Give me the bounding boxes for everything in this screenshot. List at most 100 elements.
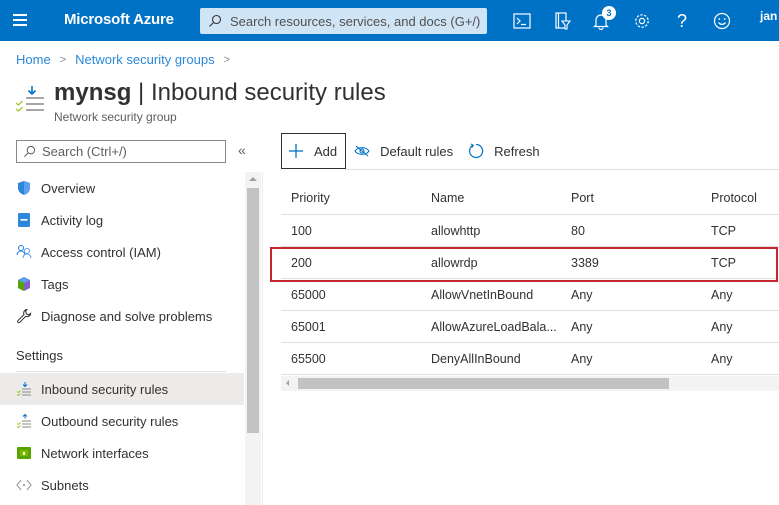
cell-port: 80 (571, 224, 585, 238)
cell-priority: 65001 (291, 320, 326, 334)
resource-name: mynsg (54, 79, 132, 106)
column-header-port[interactable]: Port (571, 184, 594, 213)
shield-icon (16, 180, 32, 196)
log-icon (16, 212, 32, 228)
default-rules-button[interactable]: Default rules (354, 133, 453, 169)
directory-filter-icon[interactable] (551, 10, 573, 32)
sidebar-item-activity-log[interactable]: Activity log (0, 204, 244, 236)
refresh-button[interactable]: Refresh (468, 133, 540, 169)
column-header-protocol[interactable]: Protocol (711, 184, 757, 213)
command-bar: Add Default rules Refresh (281, 133, 540, 169)
sidebar-item-label: Tags (41, 276, 69, 292)
inbound-rules-icon (15, 86, 44, 112)
add-button-label: Add (314, 143, 338, 159)
table-row[interactable]: 100 allowhttp 80 TCP (281, 215, 779, 247)
sidebar-item-outbound-security-rules[interactable]: Outbound security rules (0, 405, 244, 437)
sidebar-item-label: Overview (41, 180, 96, 196)
cell-priority: 65000 (291, 288, 326, 302)
cell-port: Any (571, 288, 593, 302)
sidebar-item-access-control[interactable]: Access control (IAM) (0, 236, 244, 268)
sidebar-item-label: Activity log (41, 212, 104, 228)
search-icon (209, 14, 222, 27)
search-icon (24, 145, 36, 157)
refresh-label: Refresh (494, 143, 540, 159)
content-divider (262, 172, 263, 505)
cloud-shell-icon[interactable] (511, 10, 533, 32)
brand-title[interactable]: Microsoft Azure (64, 11, 174, 28)
refresh-icon (468, 143, 484, 159)
global-search-input[interactable] (230, 13, 480, 29)
sidebar-item-subnets[interactable]: Subnets (0, 469, 244, 501)
plus-icon (288, 143, 304, 159)
sidebar-section-settings: Settings (16, 348, 63, 363)
tag-icon (16, 276, 32, 292)
cell-protocol: Any (711, 352, 733, 366)
title-separator: | (138, 79, 145, 106)
inbound-rules-icon (16, 381, 32, 397)
column-header-name[interactable]: Name (431, 184, 464, 213)
page-subtitle: Network security group (54, 110, 177, 124)
eye-hidden-icon (354, 143, 370, 159)
cell-port: Any (571, 352, 593, 366)
help-question-icon[interactable]: ? (671, 10, 693, 32)
cell-name: AllowVnetInBound (431, 288, 534, 302)
blade-title: Inbound security rules (150, 79, 386, 106)
table-scrollbar-thumb[interactable] (298, 378, 669, 389)
cell-name: DenyAllInBound (431, 352, 521, 366)
cell-priority: 100 (291, 224, 312, 238)
breadcrumb-network-security-groups[interactable]: Network security groups (75, 52, 214, 67)
table-row[interactable]: 65000 AllowVnetInBound Any Any (281, 279, 779, 311)
cell-port: 3389 (571, 256, 599, 270)
cell-priority: 65500 (291, 352, 326, 366)
sidebar-divider (16, 371, 226, 372)
sidebar-item-inbound-security-rules[interactable]: Inbound security rules (0, 373, 244, 405)
notification-badge: 3 (602, 6, 616, 20)
table-horizontal-scrollbar[interactable] (281, 376, 779, 391)
table-row[interactable]: 200 allowrdp 3389 TCP (281, 247, 779, 279)
cell-protocol: TCP (711, 224, 736, 238)
sidebar-search-input[interactable] (42, 144, 222, 159)
user-account[interactable]: jan (760, 9, 777, 23)
sidebar-item-diagnose[interactable]: Diagnose and solve problems (0, 300, 244, 332)
cell-name: AllowAzureLoadBala... (431, 320, 557, 334)
sidebar-item-network-interfaces[interactable]: Network interfaces (0, 437, 244, 469)
toolbar-divider (345, 169, 779, 170)
cell-name: allowrdp (431, 256, 478, 270)
sidebar-search[interactable] (16, 140, 226, 163)
hamburger-menu-icon[interactable] (13, 14, 27, 26)
cell-port: Any (571, 320, 593, 334)
scroll-up-arrow-icon[interactable] (249, 177, 257, 181)
sidebar-scrollbar-thumb[interactable] (247, 188, 259, 433)
feedback-smiley-icon[interactable] (711, 10, 733, 32)
sidebar-item-label: Outbound security rules (41, 413, 179, 429)
sidebar-item-label: Diagnose and solve problems (41, 308, 213, 324)
outbound-rules-icon (16, 413, 32, 429)
nic-icon (16, 445, 32, 461)
add-button[interactable]: Add (281, 133, 347, 169)
table-row[interactable]: 65500 DenyAllInBound Any Any (281, 343, 779, 375)
cell-protocol: TCP (711, 256, 736, 270)
sidebar-item-label: Subnets (41, 477, 89, 493)
top-bar: Microsoft Azure 3 ? jan (0, 0, 779, 41)
sidebar-item-label: Inbound security rules (41, 381, 169, 397)
wrench-icon (16, 308, 32, 324)
cell-priority: 200 (291, 256, 312, 270)
scroll-left-arrow-icon[interactable] (286, 380, 289, 386)
table-header: Priority Name Port Protocol (281, 184, 779, 215)
security-rules-table: Priority Name Port Protocol 100 allowhtt… (281, 184, 779, 375)
subnet-icon (16, 477, 32, 493)
sidebar-item-label: Network interfaces (41, 445, 149, 461)
column-header-priority[interactable]: Priority (291, 184, 330, 213)
table-row[interactable]: 65001 AllowAzureLoadBala... Any Any (281, 311, 779, 343)
sidebar-item-overview[interactable]: Overview (0, 172, 244, 204)
global-search[interactable] (200, 8, 487, 34)
breadcrumb: Home > Network security groups > (16, 52, 239, 67)
settings-gear-icon[interactable] (631, 10, 653, 32)
sidebar-item-label: Access control (IAM) (41, 244, 161, 260)
sidebar-item-tags[interactable]: Tags (0, 268, 244, 300)
collapse-sidebar-icon[interactable]: « (238, 142, 246, 158)
sidebar-scrollbar[interactable] (245, 172, 261, 505)
breadcrumb-home[interactable]: Home (16, 52, 51, 67)
default-rules-label: Default rules (380, 143, 454, 159)
cell-protocol: Any (711, 288, 733, 302)
